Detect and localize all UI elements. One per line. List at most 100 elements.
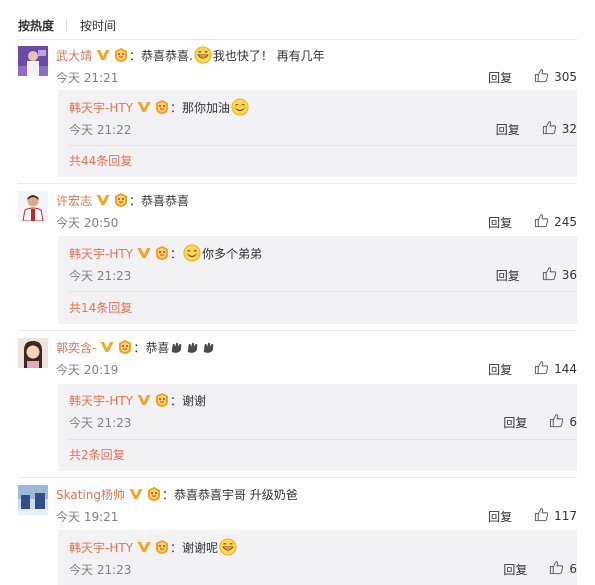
like-count: 305 bbox=[554, 70, 577, 84]
like-button[interactable]: 32 bbox=[542, 120, 577, 138]
level-badge-icon bbox=[154, 539, 170, 555]
level-badge-icon bbox=[154, 99, 170, 115]
verified-v-icon bbox=[96, 194, 110, 206]
comment-content: 武大靖 ：恭喜恭喜. 我也快了！ 再有几年 bbox=[56, 46, 325, 64]
like-button[interactable]: 245 bbox=[534, 213, 577, 231]
reply-divider bbox=[69, 291, 577, 292]
comment-divider bbox=[18, 330, 577, 331]
thumbs-up-icon bbox=[549, 413, 564, 431]
reply-content: 韩天宇-HTY ：谢谢 bbox=[69, 391, 206, 409]
username[interactable]: 韩天宇-HTY bbox=[69, 539, 133, 556]
level-badge-icon bbox=[117, 339, 133, 355]
sort-tabs: 按热度 按时间 bbox=[18, 17, 116, 33]
view-more-replies-link[interactable]: 共2条回复 bbox=[69, 446, 125, 463]
reply-box: 韩天宇-HTY ：谢谢 今天 21:23 回复 6 共2条回复 bbox=[58, 384, 577, 471]
username[interactable]: 韩天宇-HTY bbox=[69, 99, 133, 116]
reply-text: ： bbox=[170, 246, 183, 261]
thumbs-up-icon bbox=[542, 266, 557, 284]
clap-emoji-icon bbox=[170, 341, 184, 354]
username[interactable]: Skating杨帅 bbox=[56, 486, 125, 503]
reply-divider bbox=[69, 145, 577, 146]
reply-button[interactable]: 回复 bbox=[488, 508, 512, 525]
avatar[interactable] bbox=[18, 191, 48, 221]
tab-separator bbox=[66, 19, 68, 31]
reply-text: ：谢谢呢 bbox=[170, 540, 219, 555]
username[interactable]: 武大靖 bbox=[56, 47, 92, 64]
level-badge-icon bbox=[113, 47, 129, 63]
like-button[interactable]: 117 bbox=[534, 507, 577, 525]
reply-meta: 今天 21:23 回复 6 bbox=[69, 413, 577, 431]
avatar[interactable] bbox=[18, 46, 48, 76]
comment-text: ：恭喜恭喜. bbox=[129, 48, 193, 63]
reply-content: 韩天宇-HTY ：那你加油 bbox=[69, 98, 250, 116]
reply-meta: 今天 21:22 回复 32 bbox=[69, 120, 577, 138]
reply-button[interactable]: 回复 bbox=[488, 69, 512, 86]
comment-text: ：恭喜恭喜宇哥 升级奶爸 bbox=[161, 487, 298, 502]
smile-emoji-icon bbox=[231, 98, 249, 116]
verified-v-icon bbox=[96, 49, 110, 61]
comment-time: 今天 20:50 bbox=[56, 215, 119, 230]
reply-button[interactable]: 回复 bbox=[503, 414, 527, 431]
reply-time: 今天 21:23 bbox=[69, 415, 132, 430]
comment-meta: 今天 19:21 回复 117 bbox=[56, 507, 577, 525]
thumbs-up-icon bbox=[534, 507, 549, 525]
reply-time: 今天 21:22 bbox=[69, 122, 132, 137]
tab-sort-by-hot[interactable]: 按热度 bbox=[18, 17, 54, 34]
comment-time: 今天 19:21 bbox=[56, 509, 119, 524]
reply-text: ：那你加油 bbox=[170, 100, 231, 115]
view-more-replies-link[interactable]: 共44条回复 bbox=[69, 152, 132, 169]
clap-emoji-icon bbox=[186, 341, 200, 354]
like-button[interactable]: 6 bbox=[549, 560, 577, 578]
tab-sort-by-time[interactable]: 按时间 bbox=[80, 17, 116, 34]
grin-emoji-icon bbox=[194, 46, 212, 64]
view-more-replies-link[interactable]: 共14条回复 bbox=[69, 299, 132, 316]
like-button[interactable]: 36 bbox=[542, 266, 577, 284]
like-count: 36 bbox=[561, 268, 577, 282]
level-badge-icon bbox=[154, 245, 170, 261]
avatar[interactable] bbox=[18, 485, 48, 515]
thumbs-up-icon bbox=[542, 120, 557, 138]
reply-button[interactable]: 回复 bbox=[488, 214, 512, 231]
comment-text: ：恭喜 bbox=[133, 340, 170, 355]
reply-meta: 今天 21:23 回复 6 bbox=[69, 560, 577, 578]
like-button[interactable]: 305 bbox=[534, 68, 577, 86]
grin-emoji-icon bbox=[219, 538, 237, 556]
like-count: 144 bbox=[554, 362, 577, 376]
comment-meta: 今天 20:19 回复 144 bbox=[56, 360, 577, 378]
comment-time: 今天 20:19 bbox=[56, 362, 119, 377]
reply-button[interactable]: 回复 bbox=[496, 121, 520, 138]
verified-v-icon bbox=[137, 101, 151, 113]
verified-v-icon bbox=[100, 341, 114, 353]
username[interactable]: 许宏志 bbox=[56, 192, 92, 209]
avatar[interactable] bbox=[18, 338, 48, 368]
level-badge-icon bbox=[113, 192, 129, 208]
reply-divider bbox=[69, 439, 577, 440]
clap-emoji-icon bbox=[202, 341, 216, 354]
like-button[interactable]: 144 bbox=[534, 360, 577, 378]
username[interactable]: 韩天宇-HTY bbox=[69, 392, 133, 409]
like-count: 245 bbox=[554, 215, 577, 229]
username[interactable]: 韩天宇-HTY bbox=[69, 245, 133, 262]
reply-time: 今天 21:23 bbox=[69, 562, 132, 577]
thumbs-up-icon bbox=[534, 68, 549, 86]
thumbs-up-icon bbox=[534, 360, 549, 378]
like-count: 32 bbox=[561, 122, 577, 136]
reply-button[interactable]: 回复 bbox=[488, 361, 512, 378]
reply-button[interactable]: 回复 bbox=[503, 561, 527, 578]
comment-divider bbox=[18, 477, 577, 478]
username[interactable]: 郭奕含- bbox=[56, 339, 96, 356]
reply-content: 韩天宇-HTY ：谢谢呢 bbox=[69, 538, 238, 556]
thumbs-up-icon bbox=[534, 213, 549, 231]
reply-time: 今天 21:23 bbox=[69, 268, 132, 283]
like-count: 6 bbox=[569, 415, 577, 429]
comment-text: ：恭喜恭喜 bbox=[129, 193, 190, 208]
like-count: 117 bbox=[554, 509, 577, 523]
reply-text: ：谢谢 bbox=[170, 393, 207, 408]
reply-box: 韩天宇-HTY ： 你多个弟弟 今天 21:23 回复 36 共14条回复 bbox=[58, 236, 577, 324]
like-count: 6 bbox=[569, 562, 577, 576]
verified-v-icon bbox=[137, 247, 151, 259]
reply-text-continued: 你多个弟弟 bbox=[202, 246, 263, 261]
verified-v-icon bbox=[137, 394, 151, 406]
reply-button[interactable]: 回复 bbox=[496, 267, 520, 284]
like-button[interactable]: 6 bbox=[549, 413, 577, 431]
